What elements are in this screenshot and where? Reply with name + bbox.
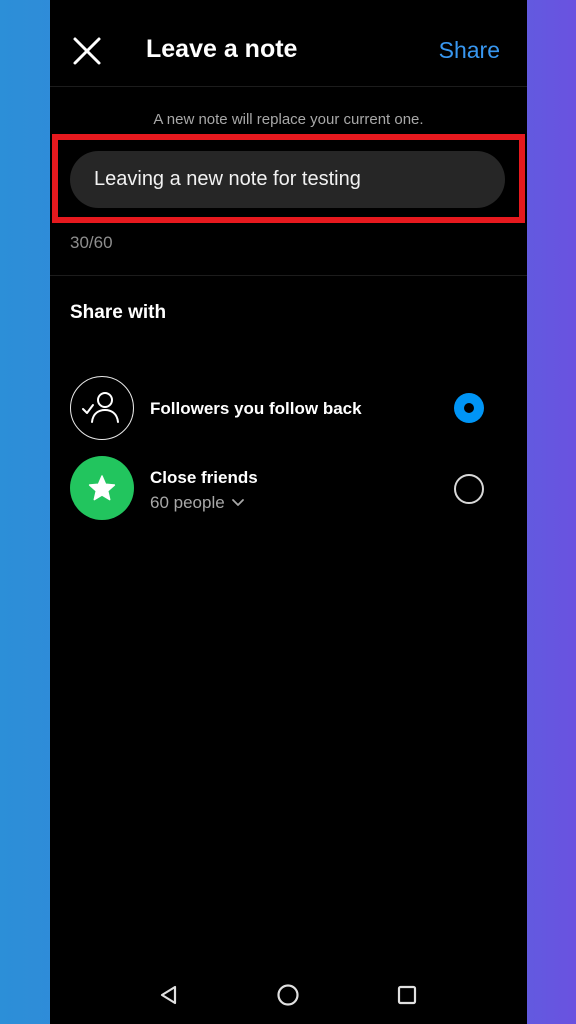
note-screen: Leave a note Share A new note will repla… (50, 0, 527, 1024)
option-label: Close friends (150, 468, 258, 487)
note-text: Leaving a new note for testing (94, 168, 361, 190)
option-followers-follow-back[interactable]: Followers you follow back (50, 376, 527, 442)
divider (50, 275, 527, 276)
option-close-friends[interactable]: Close friends 60 people (50, 456, 527, 522)
system-navbar (50, 965, 527, 1024)
star-icon (88, 475, 116, 501)
share-with-title: Share with (70, 302, 167, 323)
nav-back-button[interactable] (157, 983, 181, 1007)
people-count: 60 people (150, 493, 225, 512)
close-icon (73, 37, 101, 65)
back-triangle-icon (160, 985, 177, 1005)
radio-unselected[interactable] (454, 474, 484, 504)
close-friends-count[interactable]: 60 people (150, 493, 245, 513)
share-button[interactable]: Share (439, 36, 500, 64)
nav-recents-button[interactable] (395, 983, 419, 1007)
option-label: Followers you follow back (150, 399, 362, 418)
radio-dot (464, 403, 474, 413)
radio-selected[interactable] (454, 393, 484, 423)
character-counter: 30/60 (70, 233, 113, 252)
note-input[interactable]: Leaving a new note for testing (70, 151, 505, 208)
followers-avatar (70, 376, 134, 440)
nav-home-button[interactable] (276, 983, 300, 1007)
close-button[interactable] (68, 32, 106, 70)
chevron-down-icon (231, 499, 244, 506)
replace-hint: A new note will replace your current one… (153, 111, 424, 128)
recents-square-icon (397, 985, 417, 1005)
page-title: Leave a note (146, 35, 298, 63)
person-check-icon (82, 392, 119, 423)
home-circle-icon (277, 984, 299, 1006)
close-friends-avatar (70, 456, 134, 520)
header: Leave a note Share (50, 0, 527, 87)
